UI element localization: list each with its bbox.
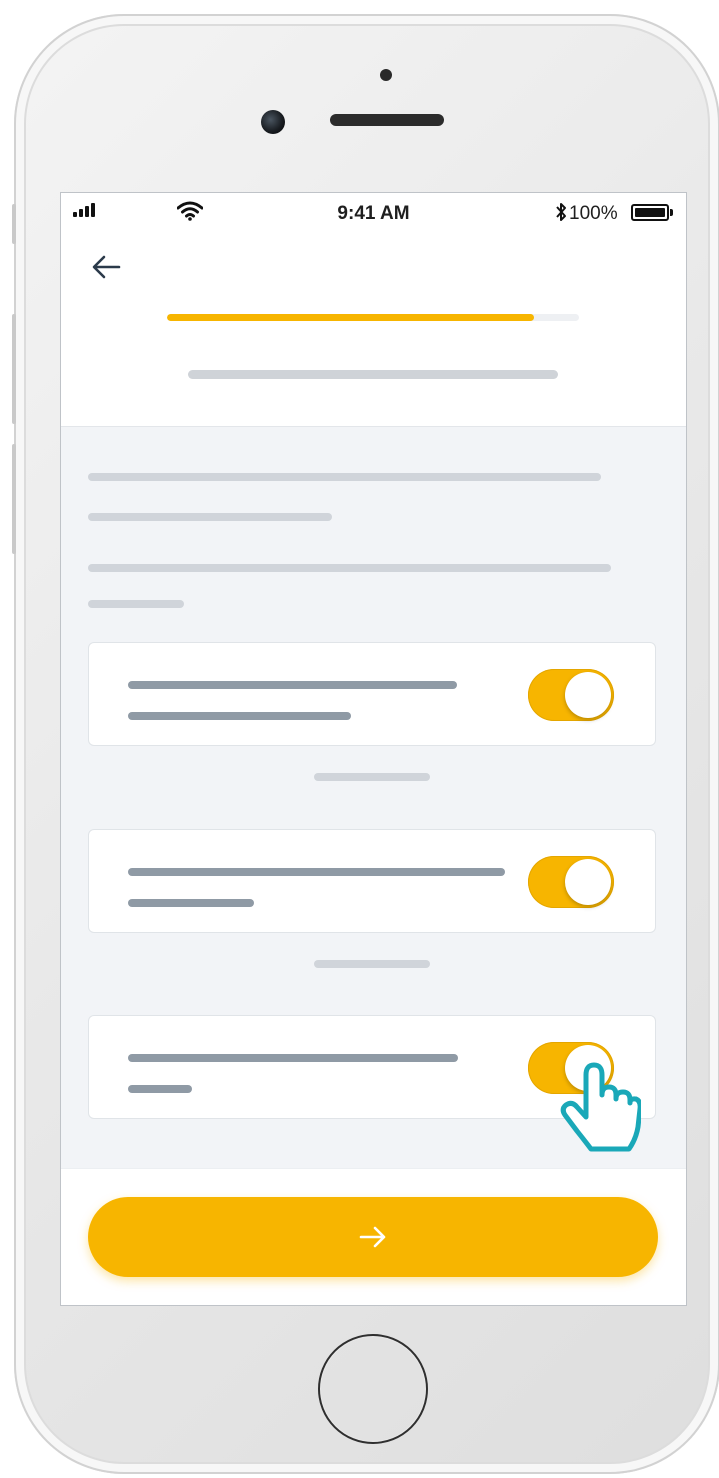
footer-bar xyxy=(61,1169,686,1305)
arrow-right-icon xyxy=(359,1226,386,1248)
page-header xyxy=(61,233,686,427)
volume-down-button xyxy=(12,444,16,554)
arrow-left-icon[interactable] xyxy=(89,249,125,285)
setting-description-placeholder xyxy=(128,899,254,907)
section-divider-placeholder xyxy=(314,960,430,968)
status-bar: 9:41 AM 100% xyxy=(61,193,686,233)
proximity-sensor xyxy=(380,69,392,81)
earpiece-speaker xyxy=(330,114,444,126)
home-button[interactable] xyxy=(318,1334,428,1444)
toggle-knob xyxy=(565,859,611,905)
bluetooth-icon xyxy=(556,203,566,221)
setting-description-placeholder xyxy=(128,712,351,720)
section-divider-placeholder xyxy=(314,773,430,781)
description-line-3 xyxy=(88,564,611,572)
toggle-knob xyxy=(565,672,611,718)
setting-card-3 xyxy=(88,1015,656,1119)
battery-icon xyxy=(631,204,669,221)
app-screen: 9:41 AM 100% xyxy=(61,193,686,1305)
volume-up-button xyxy=(12,314,16,424)
battery-percentage: 100% xyxy=(569,203,618,224)
description-line-2 xyxy=(88,513,332,521)
toggle-knob xyxy=(565,1045,611,1091)
next-button[interactable] xyxy=(88,1197,658,1277)
description-line-4 xyxy=(88,600,184,608)
mute-switch xyxy=(12,204,16,244)
progress-bar xyxy=(167,314,579,321)
description-line-1 xyxy=(88,473,601,481)
setting-toggle-1[interactable] xyxy=(528,669,614,721)
front-camera-icon xyxy=(261,110,285,134)
setting-toggle-2[interactable] xyxy=(528,856,614,908)
setting-toggle-3[interactable] xyxy=(528,1042,614,1094)
setting-description-placeholder xyxy=(128,1085,192,1093)
setting-card-2 xyxy=(88,829,656,933)
progress-bar-fill xyxy=(167,314,534,321)
setting-title-placeholder xyxy=(128,868,505,876)
setting-title-placeholder xyxy=(128,1054,458,1062)
setting-title-placeholder xyxy=(128,681,457,689)
setting-card-1 xyxy=(88,642,656,746)
subtitle-placeholder xyxy=(188,370,558,379)
battery-tip xyxy=(670,209,673,216)
